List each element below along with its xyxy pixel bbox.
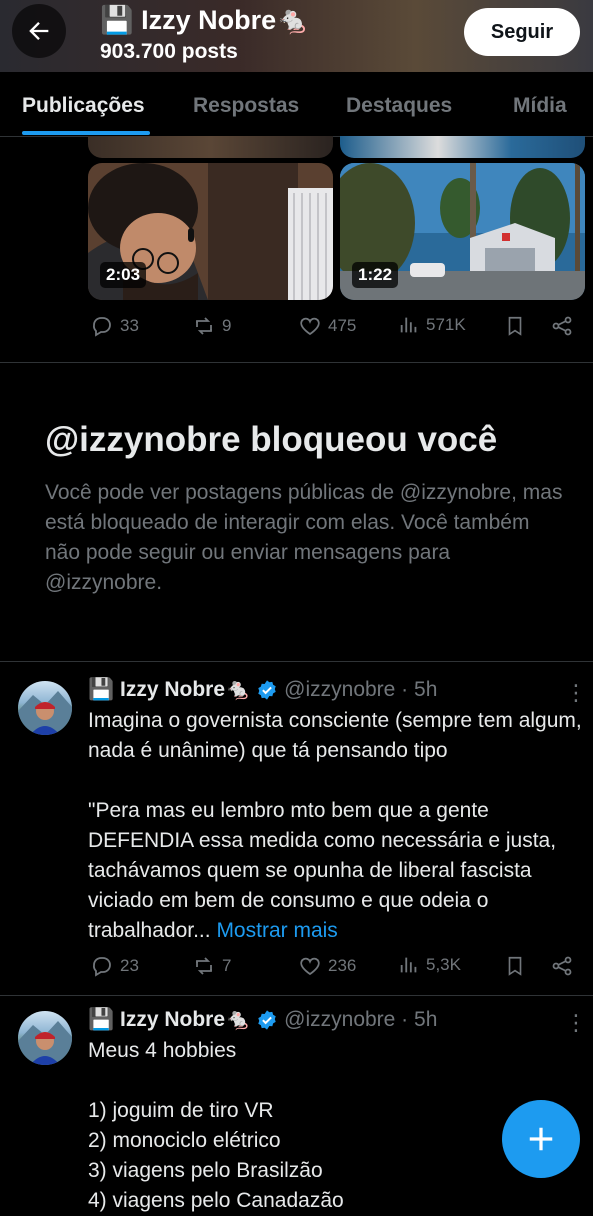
tweet-handle-time: @izzynobre · 5h: [284, 1008, 438, 1031]
reply-count: 23: [120, 956, 139, 975]
like-count: 236: [328, 956, 357, 975]
tweet-author-name[interactable]: 💾 Izzy Nobre🐁: [88, 1008, 251, 1032]
avatar[interactable]: [18, 681, 72, 735]
views-icon: [400, 957, 417, 973]
follow-button[interactable]: Seguir: [464, 8, 580, 56]
back-button[interactable]: [12, 4, 66, 58]
share-icon: [552, 316, 572, 336]
reply-button[interactable]: 23: [90, 954, 139, 978]
reply-button[interactable]: 33: [90, 314, 139, 338]
profile-tabs: Publicações Respostas Destaques Mídia: [0, 72, 593, 137]
verified-icon: [258, 1010, 276, 1030]
tweet-text: Imagina o governista consciente (sempre …: [88, 706, 583, 946]
reply-icon: [93, 317, 111, 337]
views-count: 5,3K: [426, 955, 461, 974]
media-thumb-top-right[interactable]: [340, 136, 585, 158]
verified-icon: [258, 680, 276, 700]
more-icon[interactable]: ⋮: [565, 1010, 587, 1036]
posts-count: 903.700 posts: [100, 40, 238, 63]
tab-respostas[interactable]: Respostas: [193, 94, 299, 118]
views-icon: [400, 317, 417, 333]
video-duration: 1:22: [352, 262, 399, 288]
avatar[interactable]: [18, 1011, 72, 1065]
repost-icon: [196, 317, 212, 335]
views-button[interactable]: 5,3K: [398, 954, 461, 976]
show-more-link[interactable]: Mostrar mais: [216, 919, 337, 942]
views-count: 571K: [426, 315, 466, 334]
like-icon: [300, 317, 320, 336]
tab-destaques[interactable]: Destaques: [346, 94, 452, 118]
repost-button[interactable]: 9: [192, 314, 231, 338]
repost-icon: [196, 957, 212, 975]
like-count: 475: [328, 316, 357, 335]
repost-count: 7: [222, 956, 232, 975]
views-button[interactable]: 571K: [398, 314, 466, 336]
video-thumbnail-man[interactable]: 2:03: [88, 163, 333, 300]
tweet-actions: 23 7 236 5,3K: [88, 954, 578, 984]
share-button[interactable]: [550, 954, 574, 978]
repost-button[interactable]: 7: [192, 954, 231, 978]
active-tab-indicator: [22, 131, 150, 135]
profile-name: 💾 Izzy Nobre🐁: [100, 5, 310, 35]
divider: [0, 362, 593, 363]
profile-header: 💾 Izzy Nobre🐁 903.700 posts Seguir: [0, 0, 593, 72]
share-button[interactable]: [550, 314, 574, 338]
tweet-actions: 33 9 475 571K: [88, 314, 578, 344]
tweet-body: Imagina o governista consciente (sempre …: [88, 709, 582, 942]
share-icon: [552, 956, 572, 976]
like-icon: [300, 957, 320, 976]
reply-icon: [93, 957, 111, 977]
reply-count: 33: [120, 316, 139, 335]
tweet-handle-time: @izzynobre · 5h: [284, 678, 438, 701]
avatar-image: [18, 1021, 72, 1065]
tweet-header: 💾 Izzy Nobre🐁 @izzynobre · 5h: [88, 678, 437, 702]
tweet-author-name[interactable]: 💾 Izzy Nobre🐁: [88, 678, 251, 702]
compose-plus-icon: [529, 1127, 553, 1151]
repost-count: 9: [222, 316, 232, 335]
back-arrow-icon: [29, 22, 49, 40]
tweet-header: 💾 Izzy Nobre🐁 @izzynobre · 5h: [88, 1008, 437, 1032]
like-button[interactable]: 475: [298, 314, 356, 338]
divider: [0, 995, 593, 996]
bookmark-icon: [508, 956, 522, 976]
tab-publicacoes[interactable]: Publicações: [22, 94, 145, 118]
bookmark-icon: [508, 316, 522, 336]
compose-button[interactable]: [502, 1100, 580, 1178]
media-thumb-top-left[interactable]: [88, 136, 333, 158]
bookmark-button[interactable]: [504, 954, 526, 978]
divider: [0, 661, 593, 662]
avatar-image: [18, 691, 72, 735]
like-button[interactable]: 236: [298, 954, 356, 978]
tab-midia[interactable]: Mídia: [513, 94, 567, 118]
bookmark-button[interactable]: [504, 314, 526, 338]
blocked-title: @izzynobre bloqueou você: [45, 420, 498, 459]
video-duration: 2:03: [100, 262, 147, 288]
video-thumbnail-street[interactable]: 1:22: [340, 163, 585, 300]
more-icon[interactable]: ⋮: [565, 680, 587, 706]
blocked-description: Você pode ver postagens públicas de @izz…: [45, 481, 563, 594]
